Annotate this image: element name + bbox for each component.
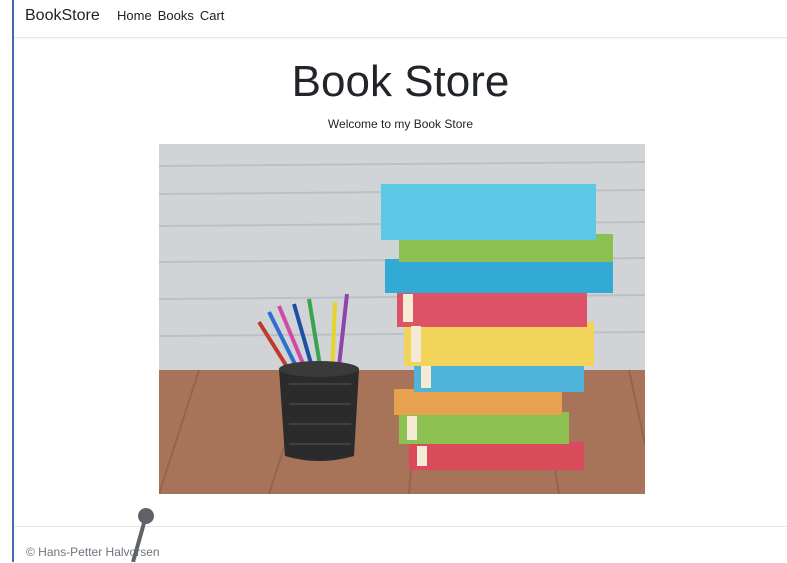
- nav-link-home[interactable]: Home: [117, 8, 152, 23]
- nav-link-cart[interactable]: Cart: [200, 8, 225, 23]
- navbar-brand[interactable]: BookStore: [25, 7, 100, 25]
- footer: © Hans-Petter Halvorsen: [14, 526, 787, 563]
- nav-link-books[interactable]: Books: [158, 8, 194, 23]
- hero-books-image: [159, 144, 645, 494]
- page-title: Book Store: [291, 57, 510, 106]
- footer-copyright: © Hans-Petter Halvorsen: [26, 545, 160, 559]
- page-subtitle: Welcome to my Book Store: [327, 117, 474, 131]
- nav-links: Home Books Cart: [117, 8, 230, 23]
- navbar: BookStore Home Books Cart: [14, 0, 787, 38]
